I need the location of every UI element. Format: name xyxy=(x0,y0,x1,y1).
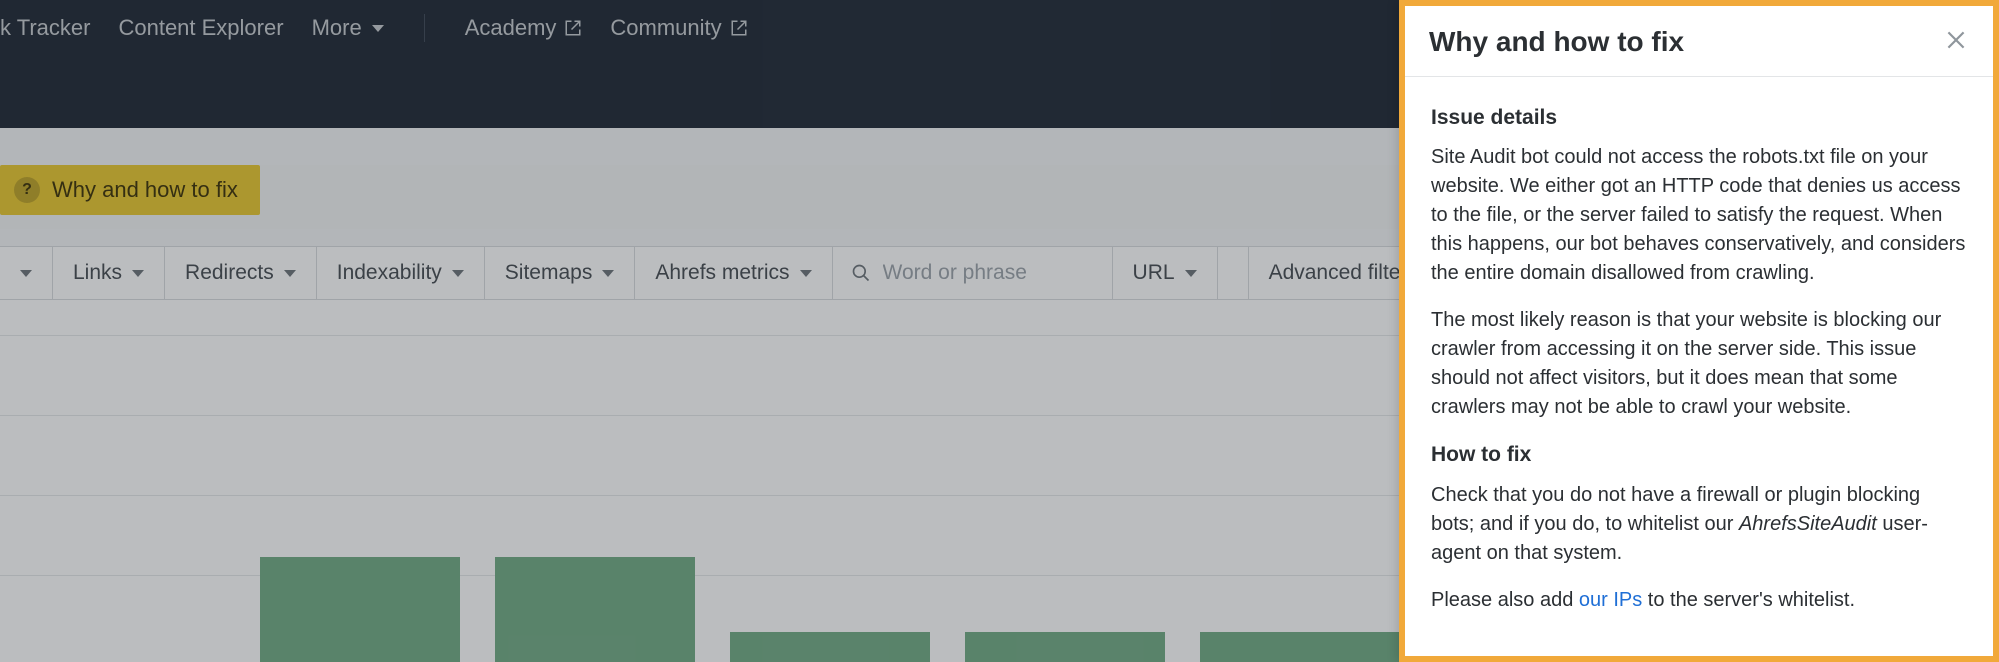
why-and-how-to-fix-button[interactable]: Why and how to fix xyxy=(0,165,260,215)
chart-bar xyxy=(965,632,1165,662)
our-ips-link[interactable]: our IPs xyxy=(1579,589,1642,611)
filter-dropdown-leading[interactable] xyxy=(0,247,53,299)
filter-label: Redirects xyxy=(185,261,274,285)
chevron-down-icon xyxy=(452,270,464,277)
external-link-icon xyxy=(730,19,748,37)
nav-item-community[interactable]: Community xyxy=(610,15,747,41)
chevron-down-icon xyxy=(1185,270,1197,277)
filter-url[interactable]: URL xyxy=(1113,247,1218,299)
user-agent-name: AhrefsSiteAudit xyxy=(1739,513,1877,535)
nav-item-tracker[interactable]: k Tracker xyxy=(0,15,90,41)
chart-area xyxy=(0,300,1400,662)
panel-header: Why and how to fix xyxy=(1405,6,1993,77)
filter-indexability[interactable]: Indexability xyxy=(317,247,485,299)
fix-button-label: Why and how to fix xyxy=(52,177,238,203)
search-input[interactable] xyxy=(883,261,1083,285)
chart-bar xyxy=(260,557,460,662)
chevron-down-icon xyxy=(284,270,296,277)
filter-label: Ahrefs metrics xyxy=(655,261,789,285)
search-box[interactable] xyxy=(833,247,1113,299)
nav-item-label: Content Explorer xyxy=(118,15,283,41)
nav-item-label: Academy xyxy=(465,15,557,41)
close-button[interactable] xyxy=(1943,27,1969,58)
issue-details-heading: Issue details xyxy=(1431,103,1967,133)
nav-item-label: k Tracker xyxy=(0,15,90,41)
chevron-down-icon xyxy=(20,270,32,277)
filter-label: URL xyxy=(1133,261,1175,285)
filter-label: Sitemaps xyxy=(505,261,593,285)
nav-item-label: Community xyxy=(610,15,721,41)
nav-item-academy[interactable]: Academy xyxy=(465,15,583,41)
search-icon xyxy=(851,263,871,283)
text: to the server's whitelist. xyxy=(1642,589,1855,611)
issue-details-p2: The most likely reason is that your webs… xyxy=(1431,306,1967,422)
help-panel: Why and how to fix Issue details Site Au… xyxy=(1399,0,1999,662)
filter-sitemaps[interactable]: Sitemaps xyxy=(485,247,636,299)
issue-details-p1: Site Audit bot could not access the robo… xyxy=(1431,143,1967,288)
text: Please also add xyxy=(1431,589,1579,611)
chevron-down-icon xyxy=(372,25,384,32)
question-icon xyxy=(14,177,40,203)
how-to-fix-heading: How to fix xyxy=(1431,440,1967,470)
filter-label: Advanced filter xyxy=(1269,261,1408,285)
filter-ahrefs-metrics[interactable]: Ahrefs metrics xyxy=(635,247,832,299)
nav-separator xyxy=(424,14,425,42)
nav-item-more[interactable]: More xyxy=(312,15,384,41)
chevron-down-icon xyxy=(800,270,812,277)
filter-links[interactable]: Links xyxy=(53,247,165,299)
how-to-fix-p1: Check that you do not have a firewall or… xyxy=(1431,481,1967,568)
chevron-down-icon xyxy=(132,270,144,277)
filter-label: Indexability xyxy=(337,261,442,285)
chevron-down-icon xyxy=(602,270,614,277)
chart-bar xyxy=(495,557,695,662)
filter-label: Links xyxy=(73,261,122,285)
external-link-icon xyxy=(564,19,582,37)
filter-redirects[interactable]: Redirects xyxy=(165,247,317,299)
chart-bar xyxy=(1200,632,1400,662)
panel-title: Why and how to fix xyxy=(1429,26,1684,58)
how-to-fix-p2: Please also add our IPs to the server's … xyxy=(1431,586,1967,615)
nav-item-content-explorer[interactable]: Content Explorer xyxy=(118,15,283,41)
panel-body: Issue details Site Audit bot could not a… xyxy=(1405,77,1993,643)
nav-item-label: More xyxy=(312,15,362,41)
chart-bars xyxy=(0,300,1400,662)
chart-bar xyxy=(730,632,930,662)
